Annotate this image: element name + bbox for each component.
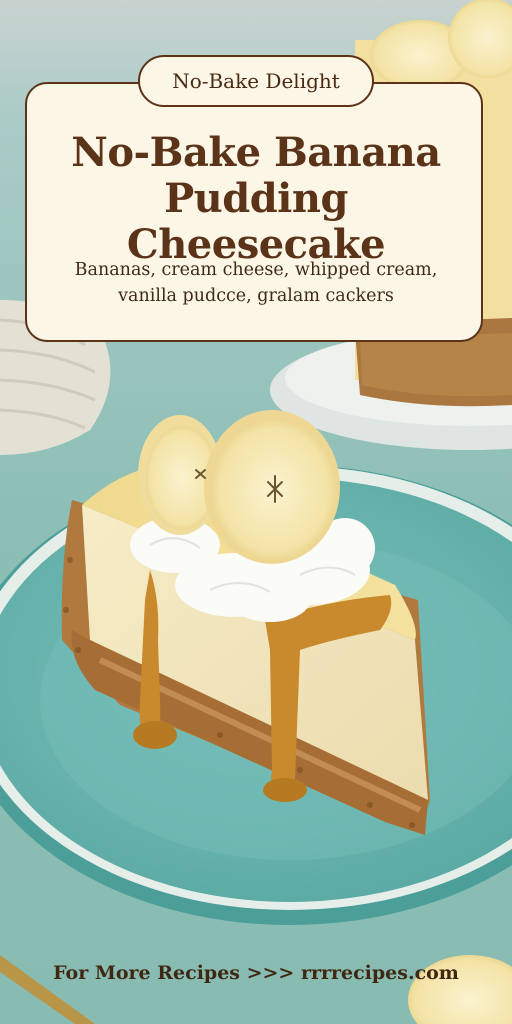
title-line-2: Pudding Cheesecake [126, 175, 386, 268]
ingredients-subtitle: Bananas, cream cheese, whipped cream, va… [40, 257, 472, 309]
subtitle-line-1: Bananas, cream cheese, whipped cream, [74, 260, 438, 280]
badge-label: No-Bake Delight [172, 69, 340, 93]
subtitle-line-2: vanilla pudcce, gralam cackers [118, 286, 394, 306]
page-title: No-Bake Banana Pudding Cheesecake [30, 130, 482, 268]
title-line-1: No-Bake Banana [71, 129, 441, 176]
badge: No-Bake Delight [138, 55, 374, 107]
footer-link[interactable]: For More Recipes >>> rrrrecipes.com [0, 962, 512, 984]
